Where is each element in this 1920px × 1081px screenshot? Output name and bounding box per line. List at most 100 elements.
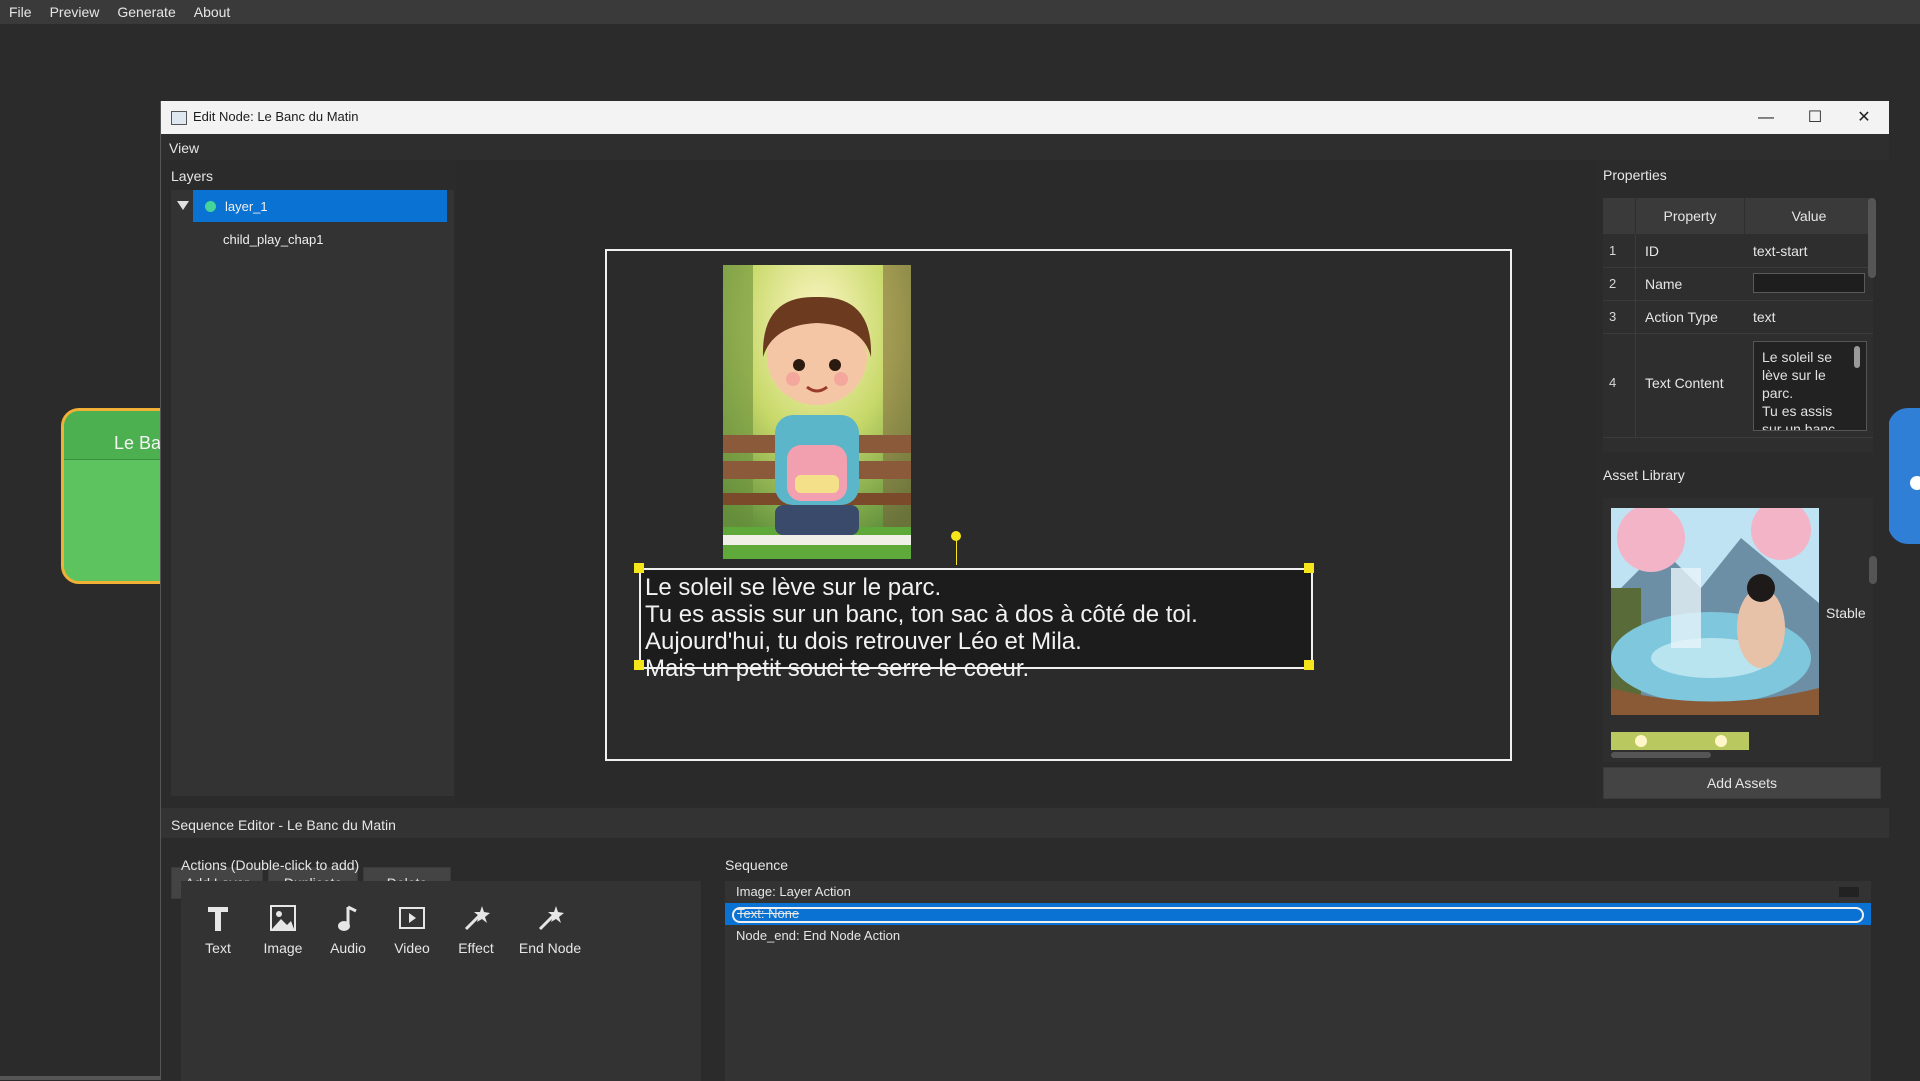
text-content-value: Le soleil se lève sur le parc. Tu es ass… [1762, 349, 1836, 431]
add-assets-button[interactable]: Add Assets [1603, 767, 1881, 799]
asset-thumbnail[interactable] [1611, 508, 1819, 715]
property-key: Text Content [1645, 375, 1724, 391]
canvas-text-line: Mais un petit souci te serre le coeur. [645, 655, 1030, 682]
property-value[interactable]: text [1753, 309, 1776, 325]
asset-label: Stable [1826, 605, 1866, 621]
row-number: 3 [1609, 309, 1617, 324]
sequence-title: Sequence [725, 857, 789, 873]
text-content-field[interactable]: Le soleil se lève sur le parc. Tu es ass… [1753, 341, 1867, 431]
window-title: Edit Node: Le Banc du Matin [193, 109, 359, 124]
column-separator [1635, 234, 1636, 267]
graph-node-connector[interactable] [1910, 476, 1920, 490]
action-label: Image [263, 940, 303, 956]
minimize-icon[interactable]: — [1746, 105, 1786, 130]
main-menubar: File Preview Generate About [0, 0, 1920, 24]
layer-visibility-icon[interactable] [205, 201, 216, 212]
action-label: Video [394, 940, 430, 956]
action-image[interactable]: Image [256, 901, 310, 956]
edit-node-window: Edit Node: Le Banc du Matin — ☐ ✕ View L… [160, 101, 1889, 1081]
asset-library-vscrollbar[interactable] [1869, 556, 1877, 584]
column-separator [1635, 300, 1636, 333]
menu-generate[interactable]: Generate [108, 0, 184, 24]
property-key: Action Type [1645, 309, 1718, 325]
layer-label: layer_1 [225, 199, 268, 214]
image-icon [270, 905, 296, 931]
action-label: Text [205, 940, 231, 956]
asset-thumbnail-partial [1611, 732, 1749, 750]
layer-child-label: child_play_chap1 [223, 232, 324, 247]
row-number: 4 [1609, 375, 1617, 390]
graph-node-label: Le Ba [114, 433, 162, 453]
action-text[interactable]: Text [196, 901, 240, 956]
window-menubar: View [161, 134, 1889, 160]
property-key: Name [1645, 276, 1683, 292]
property-key: ID [1645, 243, 1659, 259]
layer-row-layer-1[interactable]: layer_1 [171, 190, 454, 222]
resize-handle-br[interactable] [1304, 660, 1314, 670]
menu-file[interactable]: File [0, 0, 41, 24]
sequence-item[interactable]: Image: Layer Action [725, 881, 1871, 903]
audio-icon [338, 905, 357, 931]
child-image-layer[interactable] [723, 265, 911, 559]
text-content-scrollbar[interactable] [1854, 346, 1860, 368]
action-effect[interactable]: Effect [454, 901, 498, 956]
properties-column-property[interactable]: Property [1636, 198, 1744, 234]
property-value[interactable]: text-start [1753, 243, 1807, 259]
menu-preview[interactable]: Preview [41, 0, 109, 24]
sequence-item-label: Text: None [737, 906, 800, 921]
layers-tree: layer_1 child_play_chap1 [171, 190, 454, 796]
video-icon [399, 907, 425, 929]
rotation-handle[interactable] [951, 531, 961, 541]
canvas-text-line: Tu es assis sur un banc, ton sac à dos à… [645, 601, 1198, 628]
sequence-editor-header [161, 808, 1889, 838]
column-separator [1635, 267, 1636, 300]
properties-table: Property Value 1 ID text-start 2 Name 3 … [1603, 198, 1873, 452]
properties-column-value[interactable]: Value [1745, 198, 1873, 234]
resize-handle-tr[interactable] [1304, 563, 1314, 573]
column-separator [1635, 333, 1636, 437]
property-row-id[interactable]: 1 ID text-start [1603, 234, 1873, 268]
sequence-item-selected[interactable]: Text: None [725, 903, 1871, 925]
expand-arrow-icon[interactable] [177, 201, 189, 210]
action-audio[interactable]: Audio [326, 901, 370, 956]
sequence-editor-title: Sequence Editor - Le Banc du Matin [171, 817, 396, 833]
layers-title: Layers [171, 168, 214, 184]
row-number: 2 [1609, 276, 1617, 291]
asset-library-title: Asset Library [1603, 467, 1685, 483]
action-video[interactable]: Video [390, 901, 434, 956]
asset-thumbnail[interactable] [1611, 732, 1749, 750]
properties-scrollbar[interactable] [1868, 198, 1876, 278]
resize-handle-bl[interactable] [634, 660, 644, 670]
sequence-list: Image: Layer Action Text: None Node_end:… [725, 881, 1871, 1081]
graph-node-right[interactable] [1888, 408, 1920, 544]
canvas-text-line: Le soleil se lève sur le parc. [645, 574, 942, 601]
action-label: Effect [458, 940, 494, 956]
menu-view[interactable]: View [169, 140, 199, 156]
close-icon[interactable]: ✕ [1844, 105, 1884, 130]
canvas-text-line: Aujourd'hui, tu dois retrouver Léo et Mi… [645, 628, 1082, 655]
selection-outline [732, 907, 1864, 923]
resize-handle-tl[interactable] [634, 563, 644, 573]
sequence-item-grip[interactable] [1839, 887, 1859, 897]
child-illustration [723, 265, 911, 559]
action-label: Audio [330, 940, 366, 956]
window-titlebar[interactable]: Edit Node: Le Banc du Matin — ☐ ✕ [161, 101, 1889, 134]
properties-title: Properties [1603, 167, 1667, 183]
property-row-text-content[interactable]: 4 Text Content Le soleil se lève sur le … [1603, 333, 1873, 438]
menu-about[interactable]: About [185, 0, 240, 24]
action-label: End Node [518, 940, 582, 956]
name-field[interactable] [1753, 273, 1865, 293]
sequence-item[interactable]: Node_end: End Node Action [725, 925, 1871, 947]
layer-row-child-play-chap1[interactable]: child_play_chap1 [171, 223, 454, 255]
effect-icon [464, 906, 490, 931]
row-number: 1 [1609, 243, 1617, 258]
asset-library-hscrollbar[interactable] [1611, 752, 1711, 758]
action-end-node[interactable]: End Node [515, 901, 585, 956]
graph-scrollbar[interactable] [0, 1076, 160, 1080]
sequence-item-label: Node_end: End Node Action [736, 928, 901, 943]
property-row-name[interactable]: 2 Name [1603, 267, 1873, 301]
property-row-action-type[interactable]: 3 Action Type text [1603, 300, 1873, 334]
layers-panel: Layers layer_1 child_play_chap1 Add Laye… [167, 160, 462, 904]
maximize-icon[interactable]: ☐ [1795, 105, 1835, 130]
app-icon [171, 111, 187, 125]
